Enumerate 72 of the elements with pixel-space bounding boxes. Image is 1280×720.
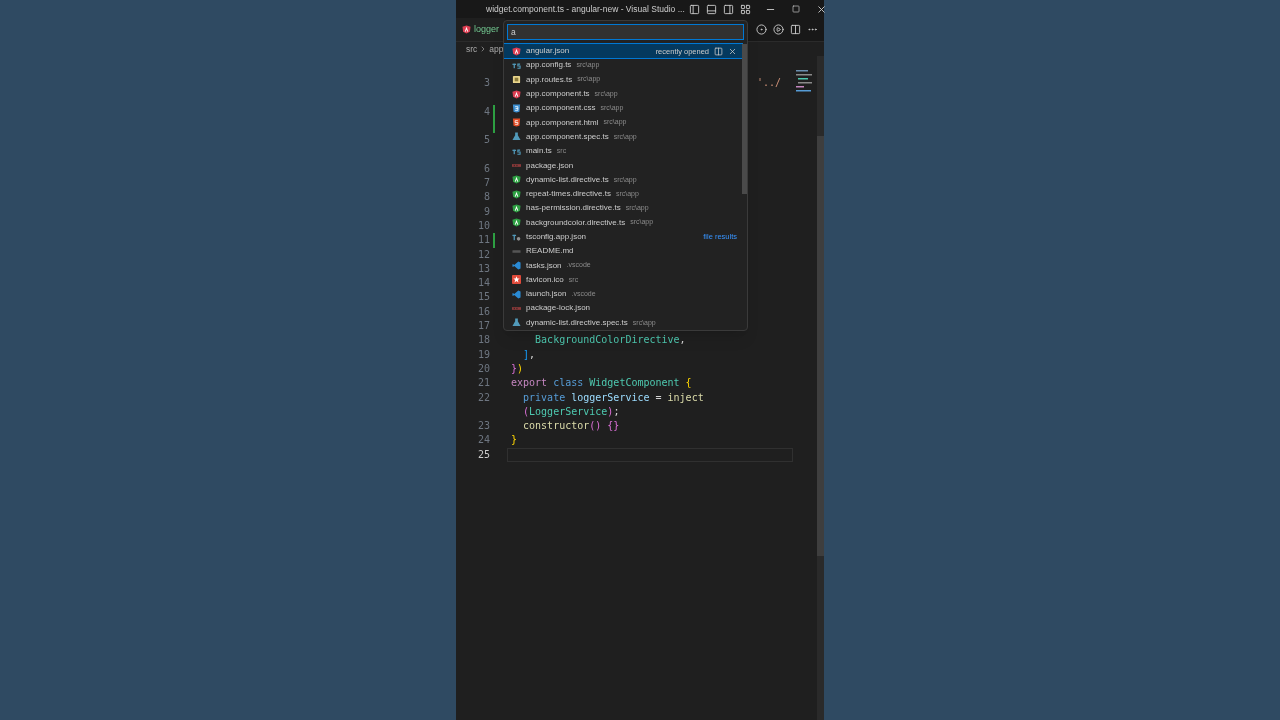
line-number: 10 bbox=[477, 218, 490, 233]
shield-icon bbox=[512, 218, 521, 228]
line-number: 12 bbox=[477, 247, 490, 262]
code-line: private loggerService = inject bbox=[522, 390, 704, 405]
line-number: 4 bbox=[483, 104, 490, 119]
maximize-icon[interactable] bbox=[791, 5, 800, 13]
shield-icon bbox=[512, 189, 521, 199]
layout-icon[interactable] bbox=[739, 3, 751, 15]
line-number: 15 bbox=[477, 290, 490, 305]
scrollbar-thumb[interactable] bbox=[742, 44, 747, 194]
search-field[interactable]: a bbox=[507, 24, 744, 40]
secondary-sidebar-icon[interactable] bbox=[722, 3, 734, 15]
flask-icon bbox=[512, 132, 521, 142]
line-number: 11 bbox=[477, 233, 490, 248]
split-editor-icon[interactable] bbox=[790, 24, 801, 35]
line-number: 8 bbox=[483, 190, 490, 205]
code-line: }) bbox=[510, 361, 524, 376]
line-number: 18 bbox=[477, 333, 490, 348]
code-line: export class WidgetComponent { bbox=[510, 376, 692, 391]
shield-icon bbox=[512, 175, 521, 185]
close-icon[interactable] bbox=[728, 46, 737, 56]
split-icon[interactable] bbox=[714, 46, 723, 56]
file-icon bbox=[512, 289, 521, 299]
window-title: widget.component.ts - angular-new - Visual Studio ... bbox=[486, 2, 685, 16]
file-icon bbox=[512, 261, 521, 271]
line-number: 7 bbox=[483, 176, 490, 191]
line-number: 24 bbox=[477, 433, 490, 448]
code-line: constructor() {} bbox=[522, 419, 620, 434]
line-number: 23 bbox=[477, 419, 490, 434]
line-number: 25 bbox=[477, 447, 490, 462]
file-icon bbox=[512, 161, 521, 170]
code-fragment: '../ bbox=[757, 76, 782, 90]
code-line: BackgroundColorDirective, bbox=[534, 333, 686, 348]
line-number: 16 bbox=[477, 304, 490, 319]
line-number: 21 bbox=[477, 376, 490, 391]
file-result-item[interactable]: README.md bbox=[504, 244, 742, 259]
sidebar-toggle-icon[interactable] bbox=[688, 3, 700, 15]
star-icon bbox=[512, 275, 521, 285]
code-line: ], bbox=[522, 347, 536, 362]
editor-tab[interactable]: logger bbox=[456, 18, 506, 41]
line-number: 17 bbox=[477, 319, 490, 334]
line-number: 13 bbox=[477, 261, 490, 276]
file-icon bbox=[512, 118, 521, 128]
breadcrumb-item[interactable]: app bbox=[489, 42, 504, 56]
line-number: 22 bbox=[477, 390, 490, 405]
shield-icon bbox=[512, 46, 521, 56]
line-number: 9 bbox=[483, 204, 490, 219]
circle-dot-icon[interactable] bbox=[756, 24, 767, 35]
close-icon[interactable] bbox=[815, 3, 827, 15]
breadcrumb-item[interactable]: src bbox=[466, 42, 478, 56]
line-number: 20 bbox=[477, 361, 490, 376]
file-icon bbox=[512, 232, 521, 242]
file-icon bbox=[512, 75, 521, 85]
code-line: } bbox=[510, 433, 518, 448]
line-number: 14 bbox=[477, 276, 490, 291]
file-result-item[interactable]: package.json bbox=[504, 158, 742, 173]
shield-icon bbox=[462, 25, 471, 34]
file-icon bbox=[512, 304, 521, 313]
shield-icon bbox=[512, 89, 521, 99]
code-line: (LoggerService); bbox=[522, 404, 620, 419]
shield-icon bbox=[512, 203, 521, 213]
minimap-drawing bbox=[796, 70, 812, 92]
line-number: 5 bbox=[483, 133, 490, 148]
play-icon[interactable] bbox=[773, 24, 784, 35]
line-number: 6 bbox=[483, 161, 490, 176]
file-icon bbox=[512, 103, 521, 113]
file-result-item[interactable]: package-lock.json bbox=[504, 301, 742, 316]
flask-icon bbox=[512, 318, 521, 328]
scrollbar-thumb[interactable] bbox=[817, 136, 824, 556]
line-number: 19 bbox=[477, 347, 490, 362]
line-number: 3 bbox=[483, 76, 490, 90]
panel-toggle-icon[interactable] bbox=[705, 3, 717, 15]
